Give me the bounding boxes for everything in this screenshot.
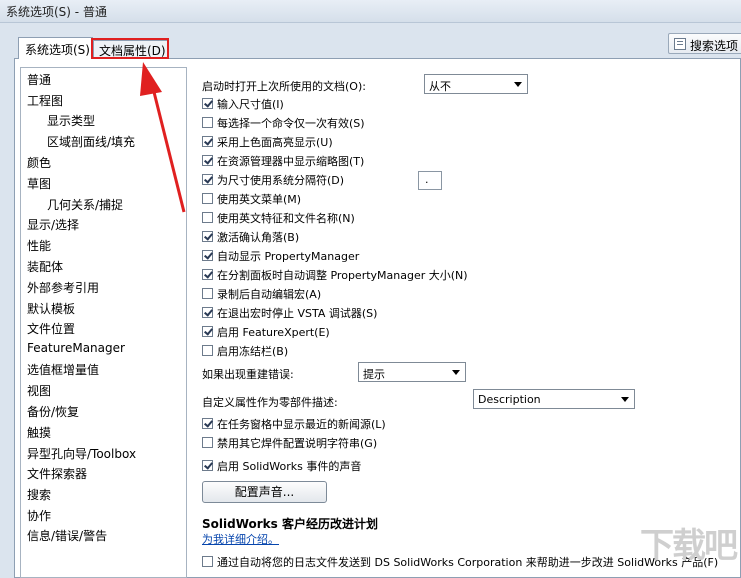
annotation-arrow <box>140 62 186 213</box>
watermark: 下载吧 <box>640 526 738 566</box>
